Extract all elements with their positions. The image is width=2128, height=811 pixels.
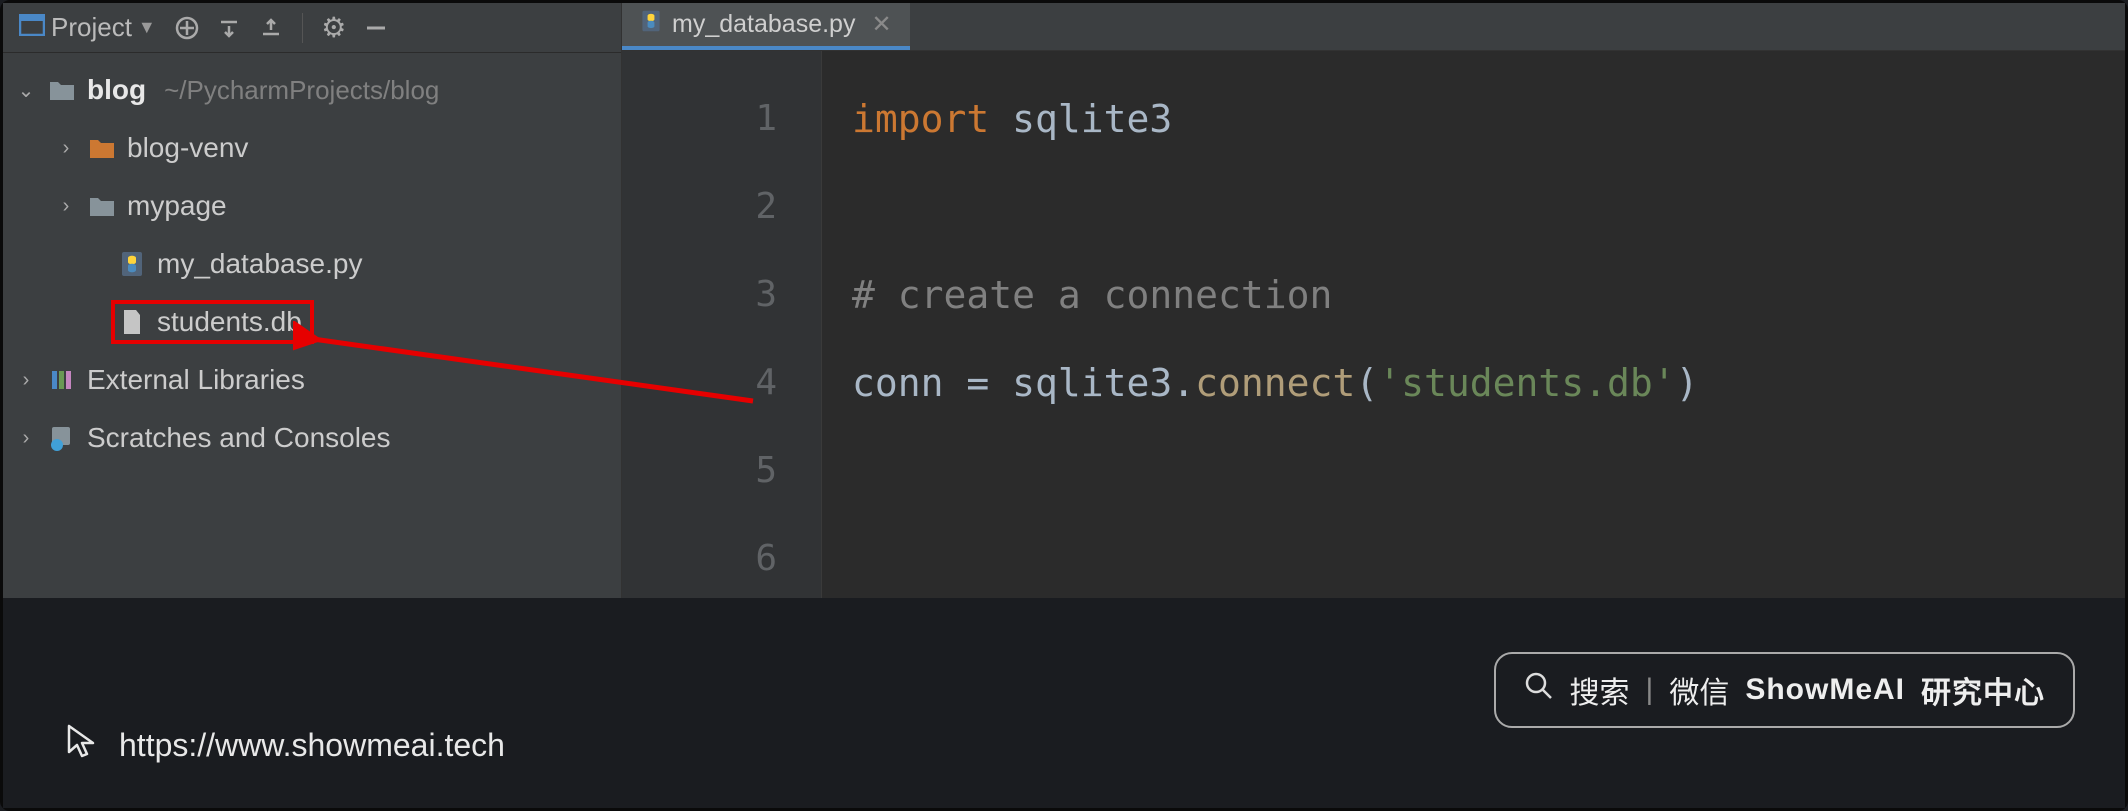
line-number: 5 [622,427,777,515]
chevron-right-icon: › [55,137,77,160]
footer-overlay: https://www.showmeai.tech 搜索 | 微信 ShowMe… [3,598,2125,808]
code-text: sqlite3 [989,97,1172,141]
scratches-icon [47,423,77,453]
search-icon [1524,671,1554,709]
gear-icon: ⚙ [321,11,346,44]
project-label-text: Project [51,12,132,43]
tree-item-external-libraries[interactable]: › External Libraries [3,351,621,409]
hide-button[interactable] [359,11,393,45]
highlight-annotation: students.db [111,300,314,344]
search-badge: 搜索 | 微信 ShowMeAI 研究中心 [1494,652,2075,728]
libraries-icon [47,365,77,395]
tree-item-label: blog [87,74,146,106]
code-keyword: import [852,97,989,141]
tree-root-blog[interactable]: ⌄ blog ~/PycharmProjects/blog [3,61,621,119]
line-number: 4 [622,339,777,427]
separator [302,13,303,43]
tree-item-my-database[interactable]: my_database.py [3,235,621,293]
chevron-right-icon: › [15,427,37,450]
editor-tab-bar: my_database.py ✕ [622,3,2125,51]
tree-item-scratches[interactable]: › Scratches and Consoles [3,409,621,467]
tree-item-path: ~/PycharmProjects/blog [164,75,439,106]
code-function: connect [1195,361,1355,405]
editor-pane: my_database.py ✕ 1 2 3 4 5 6 import sqli… [622,3,2125,603]
sidebar-toolbar: Project ▼ ⚙ [3,3,621,53]
code-text: ( [1355,361,1378,405]
line-number-gutter: 1 2 3 4 5 6 [622,51,822,603]
tree-item-label: mypage [127,190,227,222]
chevron-down-icon: ⌄ [15,78,37,103]
separator: | [1646,673,1654,707]
footer-url-text: https://www.showmeai.tech [119,727,505,764]
tab-close-button[interactable]: ✕ [871,10,891,39]
collapse-all-button[interactable] [254,11,288,45]
python-file-icon [640,9,662,40]
window-icon [19,12,45,43]
tree-item-mypage[interactable]: › mypage [3,177,621,235]
chevron-down-icon: ▼ [138,17,156,38]
ide-area: Project ▼ ⚙ ⌄ [3,3,2125,603]
line-number: 3 [622,251,777,339]
project-tree[interactable]: ⌄ blog ~/PycharmProjects/blog › blog-ven… [3,53,621,467]
expand-all-button[interactable] [212,11,246,45]
cursor-icon [63,722,101,768]
settings-button[interactable]: ⚙ [317,11,351,45]
file-icon [117,307,147,337]
python-file-icon [117,249,147,279]
select-opened-file-button[interactable] [170,11,204,45]
tree-item-label: Scratches and Consoles [87,422,391,454]
project-sidebar: Project ▼ ⚙ ⌄ [3,3,622,603]
tree-item-label: External Libraries [87,364,305,396]
brand-suffix: 研究中心 [1921,668,2045,712]
tree-item-students-db[interactable]: students.db [3,293,621,351]
code-comment: # create a connection [852,273,1332,317]
line-number: 2 [622,163,777,251]
tab-filename: my_database.py [672,10,855,39]
code-text: conn = sqlite3. [852,361,1195,405]
folder-icon [87,191,117,221]
code-editor[interactable]: import sqlite3 # create a connection con… [822,51,2125,603]
tree-item-label: students.db [157,306,302,338]
line-number: 6 [622,515,777,603]
tree-item-label: blog-venv [127,132,248,164]
tree-item-label: my_database.py [157,248,362,280]
project-view-selector[interactable]: Project ▼ [13,8,162,47]
code-text: ) [1676,361,1699,405]
line-number: 1 [622,75,777,163]
wechat-label: 微信 [1669,668,1729,712]
chevron-right-icon: › [55,195,77,218]
brand-name: ShowMeAI [1745,673,1905,707]
chevron-right-icon: › [15,369,37,392]
folder-icon [47,75,77,105]
editor-tab-active[interactable]: my_database.py ✕ [622,3,910,50]
code-string: 'students.db' [1378,361,1675,405]
tree-item-blog-venv[interactable]: › blog-venv [3,119,621,177]
folder-icon [87,133,117,163]
editor-body: 1 2 3 4 5 6 import sqlite3 # create a co… [622,51,2125,603]
footer-url: https://www.showmeai.tech [63,722,505,768]
search-label: 搜索 [1570,668,1630,712]
